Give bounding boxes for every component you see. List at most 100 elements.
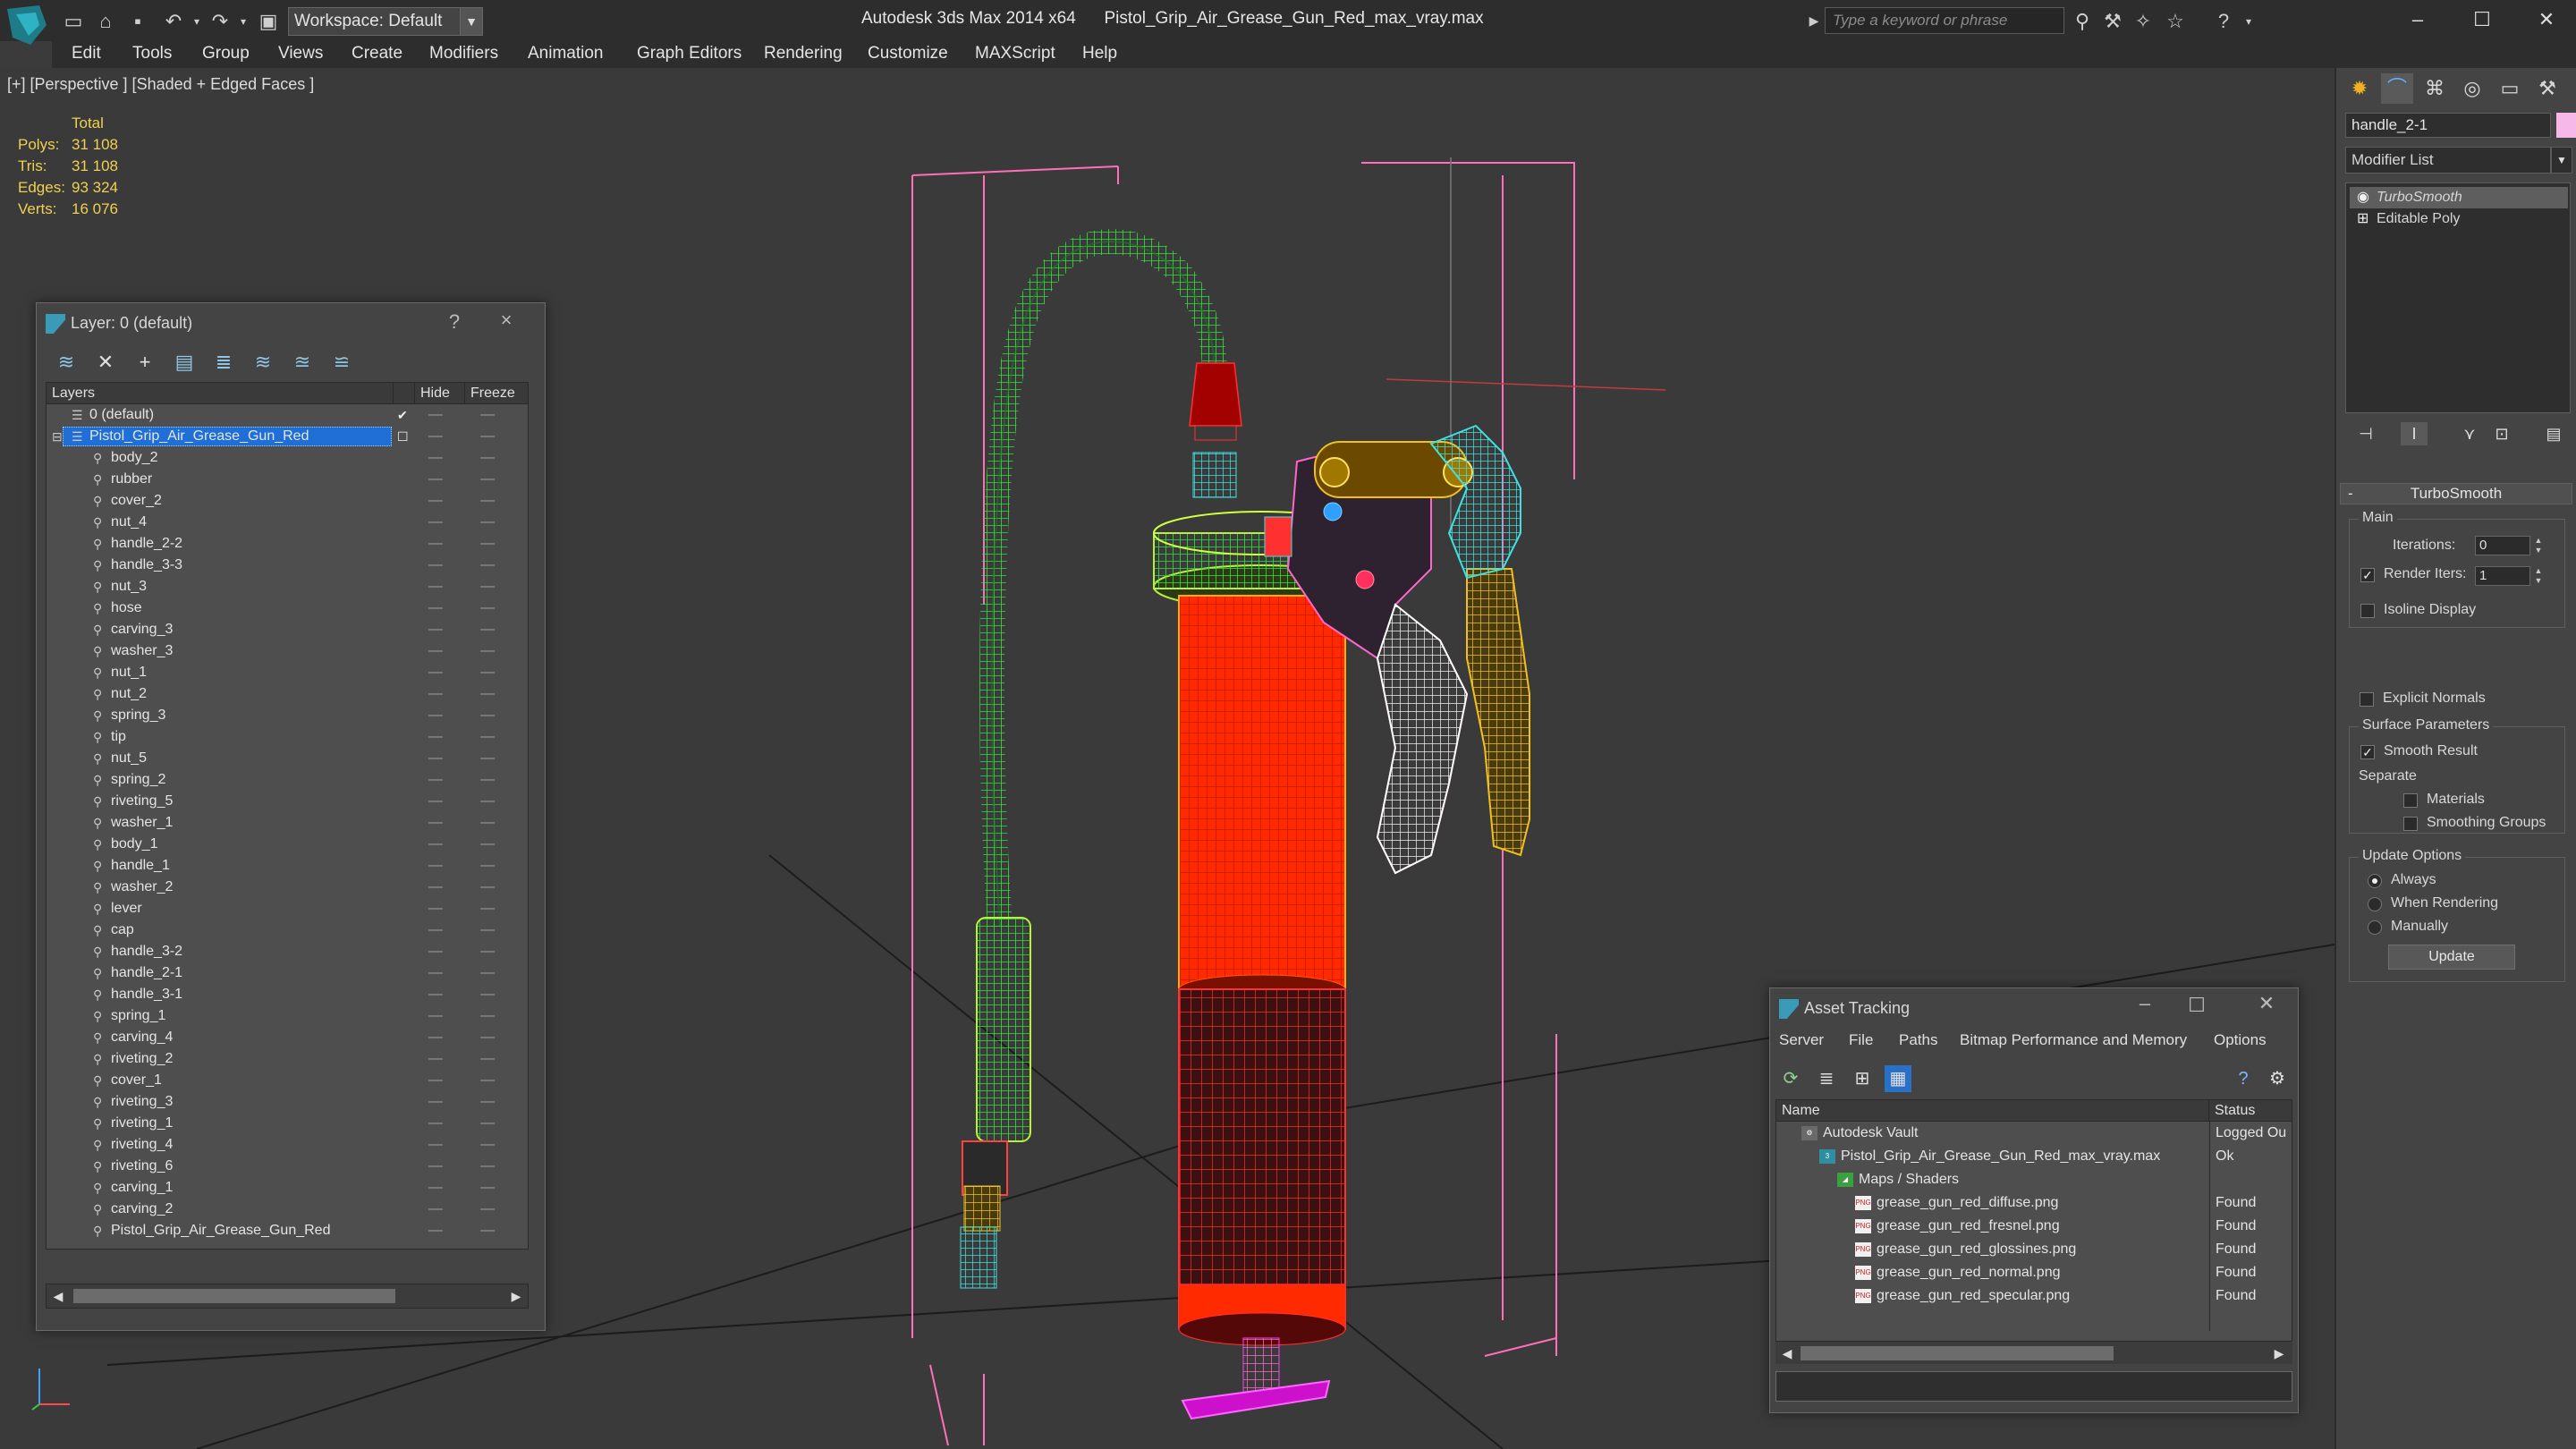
table-view-icon[interactable]: ▦: [1885, 1065, 1911, 1092]
object-row[interactable]: ⚲ carving_4 — —: [47, 1027, 528, 1048]
list-view-icon[interactable]: ≣: [1813, 1065, 1840, 1092]
object-row[interactable]: ⚲ spring_1 — —: [47, 1005, 528, 1027]
object-row[interactable]: ⚲ handle_3-3 — —: [47, 555, 528, 576]
object-row[interactable]: ⚲ washer_3 — —: [47, 640, 528, 662]
object-row[interactable]: ⚲ washer_2 — —: [47, 877, 528, 898]
manually-radio[interactable]: [2368, 920, 2382, 935]
undo-dropdown-icon[interactable]: ▾: [184, 9, 209, 34]
binoculars-icon[interactable]: ⚲: [2070, 9, 2095, 34]
dialog-title-bar[interactable]: Asset Tracking – ☐ ✕: [1770, 988, 2298, 1030]
column-header-freeze[interactable]: Freeze: [465, 383, 528, 404]
iterations-spinner[interactable]: 0: [2475, 536, 2530, 555]
dialog-title-bar[interactable]: Layer: 0 (default) ? ×: [37, 303, 545, 344]
search-expand-icon[interactable]: ▶: [1805, 7, 1823, 34]
freeze-toggle[interactable]: —: [478, 683, 497, 705]
object-row[interactable]: ⚲ carving_1 — —: [47, 1177, 528, 1199]
hide-toggle[interactable]: —: [426, 748, 445, 769]
close-icon[interactable]: ✕: [2526, 4, 2567, 36]
hide-toggle[interactable]: —: [426, 1027, 445, 1048]
expand-plus-icon[interactable]: ⊞: [2357, 208, 2368, 230]
hide-all-layers-icon[interactable]: ≊: [285, 346, 319, 378]
chevron-down-icon[interactable]: ▼: [460, 7, 483, 36]
scroll-right-icon[interactable]: ▶: [2267, 1342, 2291, 1365]
horizontal-scrollbar[interactable]: ◀ ▶: [1775, 1341, 2292, 1364]
highlight-layer-icon[interactable]: ≋: [246, 346, 280, 378]
utilities-tab-icon[interactable]: ⚒: [2531, 73, 2563, 104]
freeze-toggle[interactable]: —: [478, 1177, 497, 1199]
workspace-dropdown[interactable]: Workspace: Default: [288, 7, 483, 36]
pin-stack-icon[interactable]: ⊣: [2352, 422, 2379, 445]
object-row[interactable]: ⚲ riveting_4 — —: [47, 1134, 528, 1156]
object-name-field[interactable]: handle_2-1: [2345, 113, 2551, 138]
freeze-toggle[interactable]: —: [478, 1027, 497, 1048]
hide-toggle[interactable]: —: [426, 919, 445, 941]
menu-tools[interactable]: Tools: [132, 44, 172, 64]
column-header-blank[interactable]: [394, 383, 415, 404]
menu-create[interactable]: Create: [352, 44, 402, 64]
hide-toggle[interactable]: —: [426, 619, 445, 640]
spring-mesh[interactable]: [960, 917, 1031, 1289]
project-folder-icon[interactable]: ▣: [256, 9, 281, 34]
object-row[interactable]: ⚲ handle_3-1 — —: [47, 984, 528, 1005]
collapse-icon[interactable]: ⊟: [52, 426, 63, 447]
base-stem-mesh[interactable]: [1242, 1337, 1280, 1393]
select-layer-icon[interactable]: ≣: [207, 346, 241, 378]
freeze-toggle[interactable]: —: [478, 1220, 497, 1241]
hide-toggle[interactable]: —: [426, 490, 445, 512]
lightbulb-icon[interactable]: ◉: [2357, 187, 2369, 208]
refresh-icon[interactable]: ⟳: [1777, 1065, 1804, 1092]
layer-row-default[interactable]: ☰ 0 (default) ✔ — —: [47, 404, 528, 426]
object-color-swatch[interactable]: [2556, 113, 2576, 138]
freeze-toggle[interactable]: —: [478, 1113, 497, 1134]
hide-toggle[interactable]: —: [426, 812, 445, 834]
object-row[interactable]: ⚲ riveting_5 — —: [47, 791, 528, 812]
freeze-toggle[interactable]: —: [478, 640, 497, 662]
app-menu-logo-icon[interactable]: [4, 2, 50, 52]
display-tab-icon[interactable]: ▭: [2494, 73, 2526, 104]
freeze-toggle[interactable]: —: [478, 1070, 497, 1091]
handle-3-1-mesh[interactable]: [1429, 424, 1521, 580]
hide-toggle[interactable]: —: [426, 1220, 445, 1241]
object-row[interactable]: ⚲ spring_3 — —: [47, 705, 528, 726]
object-row[interactable]: ⚲ cover_2 — —: [47, 490, 528, 512]
object-row[interactable]: ⚲ nut_5 — —: [47, 748, 528, 769]
freeze-toggle[interactable]: —: [478, 512, 497, 533]
tree-view-icon[interactable]: ⊞: [1849, 1065, 1876, 1092]
menu-paths[interactable]: Paths: [1899, 1031, 1937, 1049]
object-row[interactable]: ⚲ riveting_1 — —: [47, 1113, 528, 1134]
maximize-icon[interactable]: ☐: [2183, 994, 2210, 1017]
hide-toggle[interactable]: —: [426, 447, 445, 469]
viewport-label[interactable]: [+] [Perspective ] [Shaded + Edged Faces…: [7, 75, 314, 94]
hide-toggle[interactable]: —: [426, 1005, 445, 1027]
layer-stack-icon[interactable]: ≋: [49, 346, 83, 378]
freeze-toggle[interactable]: —: [478, 533, 497, 555]
scroll-right-icon[interactable]: ▶: [504, 1284, 528, 1308]
freeze-toggle[interactable]: —: [478, 919, 497, 941]
smoothing-groups-checkbox[interactable]: [2403, 817, 2418, 831]
undo-icon[interactable]: ↶: [161, 9, 186, 34]
object-row[interactable]: ⚲ riveting_6 — —: [47, 1156, 528, 1177]
help-icon[interactable]: ?: [441, 310, 468, 334]
freeze-toggle[interactable]: —: [478, 447, 497, 469]
freeze-toggle[interactable]: —: [478, 769, 497, 791]
redo-dropdown-icon[interactable]: ▾: [231, 9, 256, 34]
body-cylinder-mesh[interactable]: [1178, 595, 1346, 990]
valve-mesh[interactable]: [1264, 516, 1292, 557]
when-rendering-radio[interactable]: [2368, 897, 2382, 911]
hide-toggle[interactable]: —: [426, 941, 445, 962]
freeze-toggle[interactable]: —: [478, 834, 497, 855]
freeze-toggle[interactable]: —: [478, 1091, 497, 1113]
body-lower-mesh[interactable]: [1178, 988, 1346, 1330]
hide-toggle[interactable]: —: [426, 1156, 445, 1177]
update-button[interactable]: Update: [2388, 945, 2515, 970]
menu-views[interactable]: Views: [278, 44, 323, 64]
freeze-toggle[interactable]: —: [478, 791, 497, 812]
freeze-toggle[interactable]: —: [478, 1005, 497, 1027]
column-header-hide[interactable]: Hide: [415, 383, 465, 404]
object-row[interactable]: ⚲ cover_1 — —: [47, 1070, 528, 1091]
scroll-left-icon[interactable]: ◀: [1775, 1342, 1799, 1365]
menu-group[interactable]: Group: [202, 44, 250, 64]
object-row[interactable]: ⚲ body_2 — —: [47, 447, 528, 469]
grip-mesh[interactable]: [1376, 603, 1469, 875]
freeze-toggle[interactable]: —: [478, 705, 497, 726]
